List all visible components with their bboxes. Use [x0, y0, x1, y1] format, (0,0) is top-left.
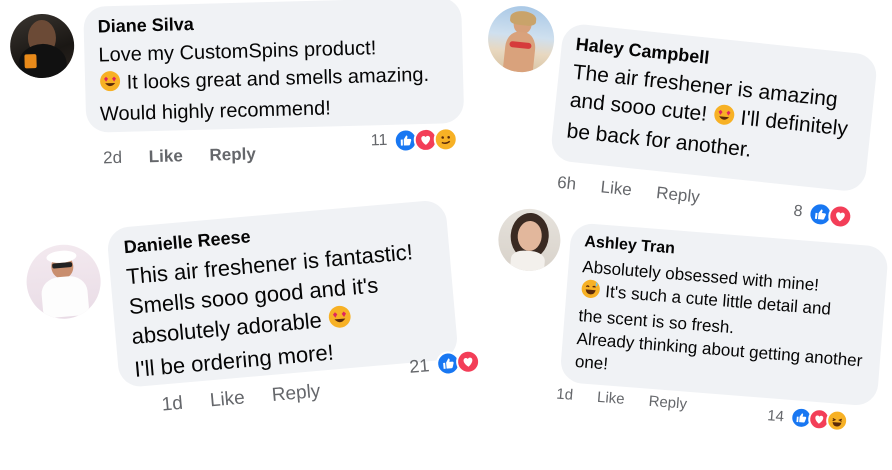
- avatar[interactable]: [484, 2, 558, 76]
- reaction-count: 21: [408, 354, 431, 377]
- heart-eyes-emoji-icon: [711, 103, 736, 135]
- reply-button[interactable]: Reply: [655, 183, 700, 207]
- comment-text: This air freshener is fantastic! Smells …: [125, 239, 414, 382]
- heart-eyes-emoji-icon: [99, 70, 122, 101]
- comment-text: Absolutely obsessed with mine! It's such…: [574, 257, 864, 374]
- like-button[interactable]: Like: [209, 387, 246, 412]
- avatar[interactable]: [23, 241, 104, 322]
- reply-button[interactable]: Reply: [209, 144, 256, 165]
- comment-timestamp[interactable]: 1d: [161, 393, 184, 417]
- like-button[interactable]: Like: [600, 177, 633, 200]
- avatar[interactable]: [496, 206, 563, 274]
- heart-eyes-emoji-icon: [327, 304, 354, 338]
- like-button[interactable]: Like: [148, 146, 183, 167]
- comment-actions: 6h Like Reply: [556, 173, 700, 208]
- comment-text: Love my CustomSpins product! It looks gr…: [98, 37, 430, 126]
- comment-bubble: Ashley Tran Absolutely obsessed with min…: [559, 222, 889, 407]
- reaction-summary[interactable]: 8: [792, 200, 854, 230]
- comment-actions: 1d Like Reply: [161, 381, 321, 417]
- reaction-count: 11: [370, 131, 388, 150]
- comment-timestamp[interactable]: 6h: [556, 173, 577, 195]
- reaction-count: 14: [766, 406, 785, 425]
- reply-button[interactable]: Reply: [271, 381, 321, 407]
- love-reaction-icon: [455, 348, 482, 375]
- reaction-summary[interactable]: 11: [370, 127, 459, 153]
- avatar[interactable]: [9, 13, 75, 79]
- comment-actions: 2d Like Reply: [103, 144, 256, 168]
- comment-bubble: Danielle Reese This air freshener is fan…: [106, 199, 459, 389]
- grinning-sweat-emoji-icon: [580, 278, 602, 305]
- comment-bubble: Haley Campbell The air freshener is amaz…: [549, 22, 879, 193]
- like-button[interactable]: Like: [596, 389, 625, 408]
- wow-reaction-icon: [433, 127, 459, 152]
- comment-bubble: Diane Silva Love my CustomSpins product!…: [83, 0, 465, 133]
- comment-danielle-reese: Danielle Reese This air freshener is fan…: [0, 179, 493, 447]
- reaction-summary[interactable]: 21: [408, 348, 482, 379]
- comment-diane-silva: Diane Silva Love my CustomSpins product!…: [0, 0, 474, 191]
- reaction-count: 8: [792, 202, 804, 221]
- reaction-summary[interactable]: 14: [766, 404, 849, 433]
- comment-timestamp[interactable]: 2d: [103, 148, 122, 168]
- love-reaction-icon: [827, 203, 854, 230]
- reply-button[interactable]: Reply: [648, 393, 688, 413]
- haha-reaction-icon: [825, 408, 849, 433]
- comment-ashley-tran: Ashley Tran Absolutely obsessed with min…: [475, 202, 892, 470]
- comment-timestamp[interactable]: 1d: [556, 386, 574, 404]
